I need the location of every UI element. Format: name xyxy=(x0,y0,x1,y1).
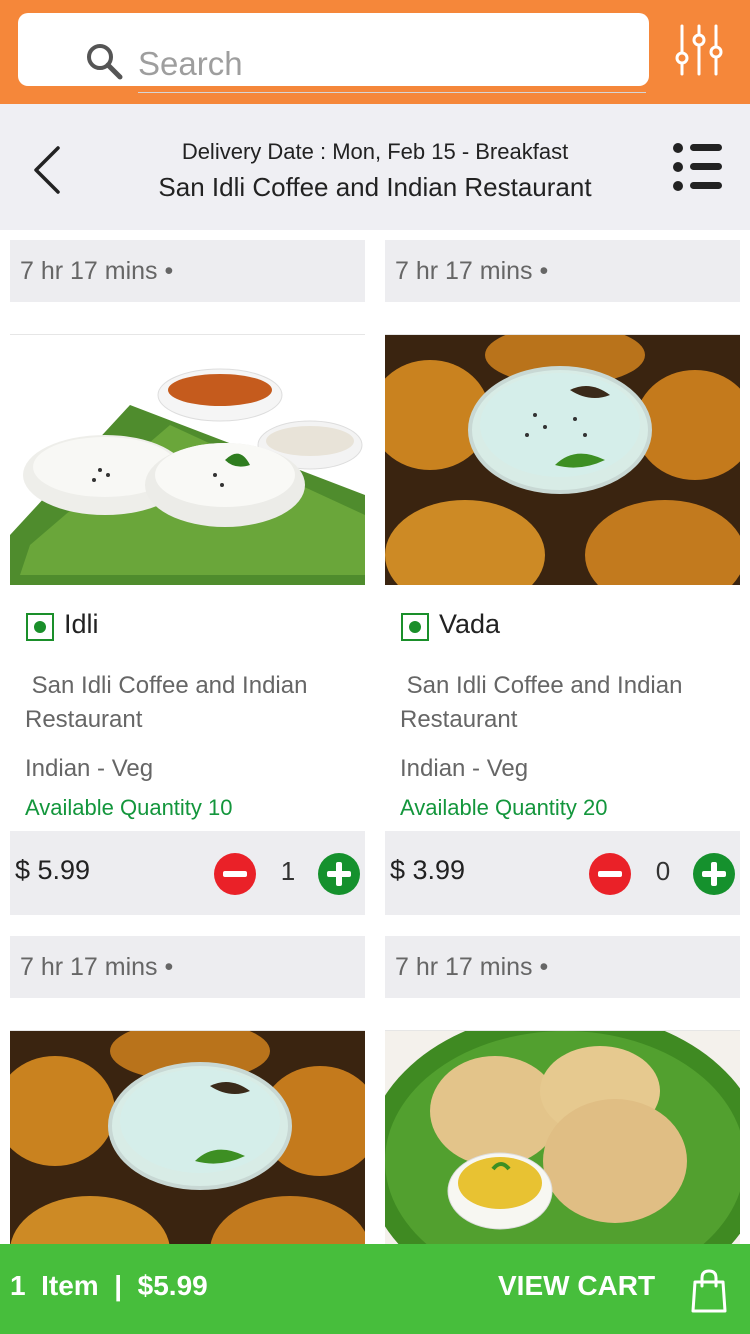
prep-time: 7 hr 17 mins • xyxy=(385,240,740,302)
item-cuisine: Indian - Veg xyxy=(25,755,154,782)
item-price: $ 5.99 xyxy=(15,855,91,885)
item-cuisine: Indian - Veg xyxy=(400,755,529,782)
item-footer: $ 5.99 1 xyxy=(10,831,365,915)
item-count: 1 xyxy=(280,856,296,886)
veg-icon xyxy=(401,613,429,641)
item-count: 0 xyxy=(655,856,671,886)
menu-item-card[interactable]: 7 hr 17 mins • Idli San Idli Coffee and … xyxy=(10,240,365,915)
shopping-bag-icon[interactable] xyxy=(690,1268,728,1314)
item-details: Idli San Idli Coffee and Indian Restaura… xyxy=(10,585,365,831)
menu-item-card[interactable]: 7 hr 17 mins • Vada San Idli Coffee and … xyxy=(385,240,740,915)
item-details: Vada San Idli Coffee and Indian Restaura… xyxy=(385,585,740,831)
search-bar xyxy=(0,0,750,104)
item-restaurant: San Idli Coffee and Indian Restaurant xyxy=(400,672,683,733)
available-quantity: Available Quantity 20 xyxy=(400,795,608,820)
app-screen: Delivery Date : Mon, Feb 15 - Breakfast … xyxy=(0,0,750,1334)
cart-bar[interactable]: 1 Item | $5.99 VIEW CART xyxy=(0,1244,750,1334)
prep-time: 7 hr 17 mins • xyxy=(10,240,365,302)
available-quantity: Available Quantity 10 xyxy=(25,795,233,820)
search-input[interactable] xyxy=(138,35,646,93)
item-footer: $ 3.99 0 xyxy=(385,831,740,915)
plus-icon[interactable] xyxy=(693,853,735,895)
restaurant-header: Delivery Date : Mon, Feb 15 - Breakfast … xyxy=(0,104,750,230)
list-icon[interactable] xyxy=(670,140,726,194)
poori-image xyxy=(385,1031,740,1244)
vada-image xyxy=(385,335,740,585)
item-price: $ 3.99 xyxy=(390,855,466,885)
restaurant-name: San Idli Coffee and Indian Restaurant xyxy=(158,172,592,202)
menu-item-card[interactable]: 7 hr 17 mins • xyxy=(10,936,365,1244)
filter-sliders-icon[interactable] xyxy=(672,22,726,78)
idli-image xyxy=(10,335,365,585)
header-title: Delivery Date : Mon, Feb 15 - Breakfast … xyxy=(100,138,650,204)
view-cart-button[interactable]: VIEW CART xyxy=(498,1270,655,1302)
item-restaurant: San Idli Coffee and Indian Restaurant xyxy=(25,672,308,733)
minus-icon[interactable] xyxy=(214,853,256,895)
plus-icon[interactable] xyxy=(318,853,360,895)
minus-icon[interactable] xyxy=(589,853,631,895)
prep-time: 7 hr 17 mins • xyxy=(385,936,740,998)
back-chevron-icon[interactable] xyxy=(26,142,70,198)
menu-item-card[interactable]: 7 hr 17 mins • xyxy=(385,936,740,1244)
item-name: Idli xyxy=(64,609,99,639)
search-box[interactable] xyxy=(18,13,649,93)
veg-icon xyxy=(26,613,54,641)
search-icon xyxy=(87,44,123,80)
vada-image xyxy=(10,1031,365,1244)
cart-summary: 1 Item | $5.99 xyxy=(10,1270,208,1301)
item-name: Vada xyxy=(439,609,501,639)
delivery-date: Delivery Date : Mon, Feb 15 - Breakfast xyxy=(181,139,569,164)
prep-time: 7 hr 17 mins • xyxy=(10,936,365,998)
